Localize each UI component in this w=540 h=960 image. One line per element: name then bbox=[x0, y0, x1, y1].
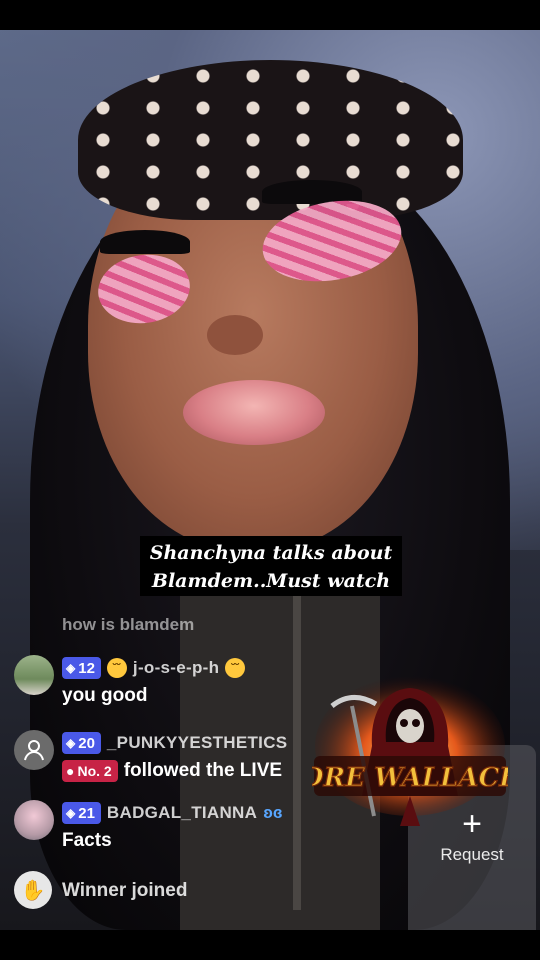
caption-line-2: Blamdem..Must watch bbox=[151, 570, 391, 592]
comment-text-row: ● No. 2 followed the LIVE bbox=[62, 760, 282, 782]
lips bbox=[183, 380, 325, 445]
diamond-icon: ◈ bbox=[66, 806, 76, 820]
comment-text: Facts bbox=[62, 830, 112, 851]
level-badge: ◈ 21 bbox=[62, 802, 101, 824]
level-badge: ◈ 20 bbox=[62, 732, 101, 754]
wave-hand-icon: ✋ bbox=[14, 871, 52, 909]
pensive-emoji-icon: ˘˘ bbox=[225, 658, 246, 678]
comment-username[interactable]: _PUNKYYESTHETICS bbox=[107, 733, 288, 753]
default-user-icon bbox=[24, 740, 44, 761]
pensive-emoji-icon: ˘˘ bbox=[106, 658, 127, 678]
comment-meta: ◈ 21 BADGAL_TIANNA ʚɞ bbox=[62, 802, 283, 824]
zipper bbox=[293, 590, 301, 910]
left-lashes bbox=[100, 230, 190, 254]
diamond-icon: ◈ bbox=[66, 661, 76, 675]
join-notice: Winner joined bbox=[62, 880, 188, 901]
medal-icon: ● bbox=[66, 763, 75, 779]
nose bbox=[207, 315, 263, 355]
dre-wallace-logo: DRE WALLACE bbox=[312, 676, 508, 826]
rank-badge: ● No. 2 bbox=[62, 760, 118, 782]
comment-meta: ◈ 20 _PUNKYYESTHETICS bbox=[62, 732, 287, 754]
comment-text: you good bbox=[62, 685, 148, 706]
diamond-icon: ◈ bbox=[66, 736, 76, 750]
video-caption: Shanchyna talks about Blamdem..Must watc… bbox=[140, 536, 402, 596]
butterfly-icon: ʚɞ bbox=[263, 803, 283, 822]
avatar[interactable] bbox=[14, 800, 54, 840]
level-badge: ◈ 12 bbox=[62, 657, 101, 679]
request-label: Request bbox=[440, 845, 504, 864]
faded-comment: how is blamdem bbox=[62, 615, 195, 634]
comment-text: followed the LIVE bbox=[123, 760, 283, 781]
comment-meta: ◈ 12 ˘˘ j-o-s-e-p-h ˘˘ bbox=[62, 657, 246, 679]
logo-text: DRE WALLACE bbox=[312, 763, 508, 793]
avatar[interactable] bbox=[14, 730, 54, 770]
avatar[interactable] bbox=[14, 655, 54, 695]
comment-username[interactable]: j-o-s-e-p-h bbox=[133, 658, 219, 678]
comment-username[interactable]: BADGAL_TIANNA bbox=[107, 803, 257, 823]
caption-line-1: Shanchyna talks about bbox=[149, 542, 393, 564]
